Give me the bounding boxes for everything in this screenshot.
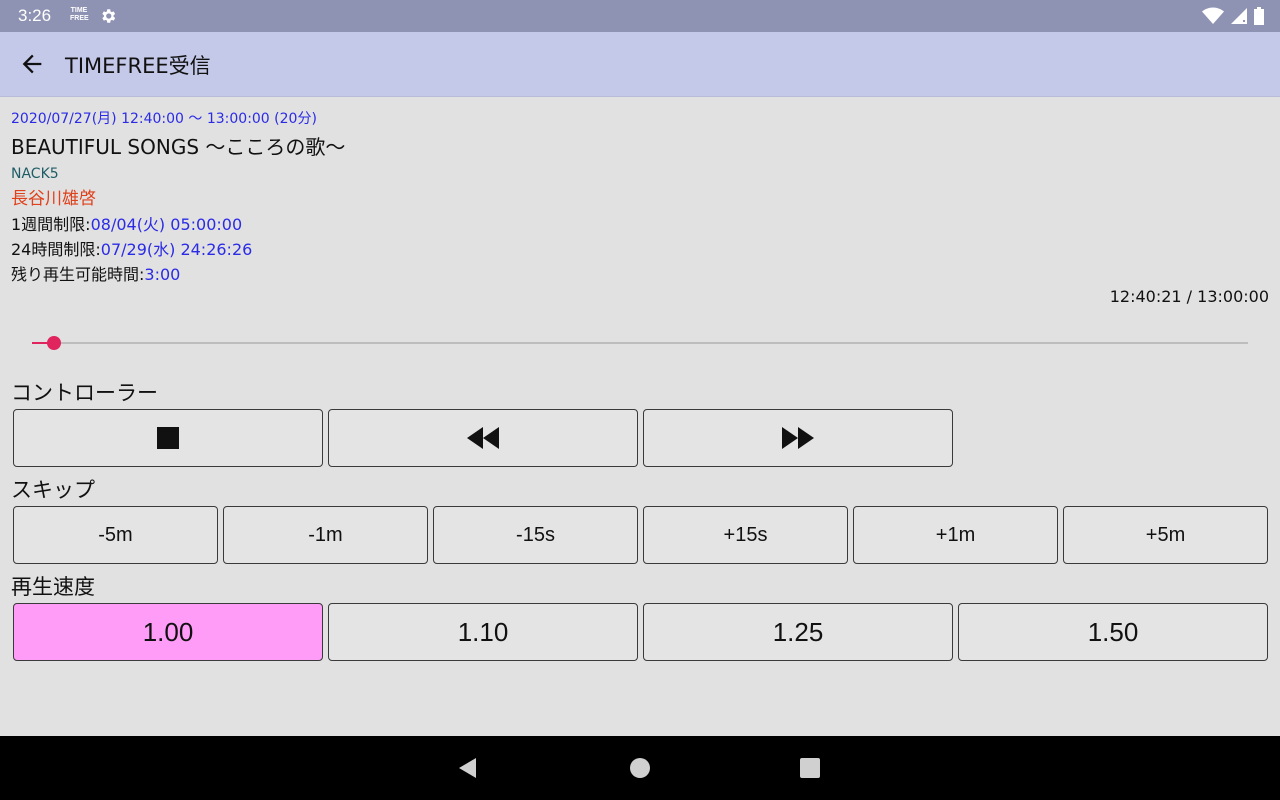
seek-thumb[interactable] xyxy=(47,336,61,350)
navigation-bar xyxy=(0,736,1280,800)
fast-forward-icon xyxy=(782,427,814,449)
week-limit-label: 1週間制限: xyxy=(11,215,91,234)
main-content: 2020/07/27(月) 12:40:00 〜 13:00:00 (20分) … xyxy=(0,97,1280,736)
speed-1-25-button[interactable]: 1.25 xyxy=(643,603,953,661)
skip-back-1m-button[interactable]: -1m xyxy=(223,506,428,564)
nav-home-icon[interactable] xyxy=(628,756,652,780)
program-title: BEAUTIFUL SONGS 〜こころの歌〜 xyxy=(11,135,346,159)
remaining-time-label: 残り再生可能時間: xyxy=(11,265,145,284)
personality-name: 長谷川雄啓 xyxy=(11,189,96,209)
page-title: TIMEFREE受信 xyxy=(65,54,211,78)
rewind-button[interactable] xyxy=(328,409,638,467)
seek-bar[interactable] xyxy=(32,336,1248,350)
week-limit: 1週間制限:08/04(火) 05:00:00 xyxy=(11,212,345,237)
remaining-time: 残り再生可能時間:3:00 xyxy=(11,262,345,287)
wifi-icon xyxy=(1202,7,1224,24)
program-datetime: 2020/07/27(月) 12:40:00 〜 13:00:00 (20分) xyxy=(11,111,317,127)
playback-position: 12:40:21 / 13:00:00 xyxy=(1109,287,1269,306)
signal-icon xyxy=(1231,8,1247,24)
skip-back-5m-button[interactable]: -5m xyxy=(13,506,218,564)
skip-forward-5m-button[interactable]: +5m xyxy=(1063,506,1268,564)
day-limit-value: 07/29(水) 24:26:26 xyxy=(100,240,253,259)
app-bar: TIMEFREE受信 xyxy=(0,32,1280,97)
rewind-icon xyxy=(467,427,499,449)
gear-icon xyxy=(102,9,116,23)
skip-back-15s-button[interactable]: -15s xyxy=(433,506,638,564)
nav-recents-icon[interactable] xyxy=(798,756,822,780)
skip-forward-15s-button[interactable]: +15s xyxy=(643,506,848,564)
speed-1-50-button[interactable]: 1.50 xyxy=(958,603,1268,661)
program-info: 2020/07/27(月) 12:40:00 〜 13:00:00 (20分) … xyxy=(11,107,345,287)
skip-heading: スキップ xyxy=(11,478,95,502)
nav-back-icon[interactable] xyxy=(456,756,480,780)
seek-track xyxy=(32,342,1248,344)
day-limit-label: 24時間制限: xyxy=(11,240,101,259)
speed-1-00-button[interactable]: 1.00 xyxy=(13,603,323,661)
clock: 3:26 xyxy=(18,6,52,25)
fast-forward-button[interactable] xyxy=(643,409,953,467)
status-bar: 3:26 TIME FREE xyxy=(0,0,1280,32)
timefree-notification-icon: TIME FREE xyxy=(70,7,89,22)
week-limit-value: 08/04(火) 05:00:00 xyxy=(90,215,243,234)
station-name: NACK5 xyxy=(11,166,59,182)
skip-forward-1m-button[interactable]: +1m xyxy=(853,506,1058,564)
stop-button[interactable] xyxy=(13,409,323,467)
stop-icon xyxy=(157,427,179,449)
speed-1-10-button[interactable]: 1.10 xyxy=(328,603,638,661)
back-arrow-icon[interactable] xyxy=(18,50,46,78)
day-limit: 24時間制限:07/29(水) 24:26:26 xyxy=(11,237,345,262)
remaining-time-value: 3:00 xyxy=(144,265,181,284)
system-icons xyxy=(1202,7,1264,25)
speed-heading: 再生速度 xyxy=(11,575,95,599)
controller-heading: コントローラー xyxy=(11,381,158,405)
battery-icon xyxy=(1254,7,1264,25)
